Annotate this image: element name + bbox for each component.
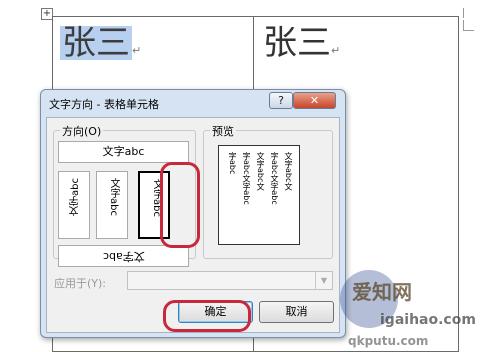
orientation-vertical-rotated-right-label: 文字abc (151, 179, 162, 217)
orientation-vertical-rotated-left[interactable]: 文字abc (58, 171, 90, 239)
preview-text-col-1: 文字abc文 (284, 152, 293, 191)
apply-to-select[interactable]: ▼ (127, 271, 333, 290)
text-direction-dialog: 文字方向 - 表格单元格 ? ✕ 方向(O) 文字abc 文字abc 文字abc… (40, 89, 346, 338)
watermark-line-3: qkputu.com (348, 334, 429, 348)
preview-text-col-4: 字abc文字abc (242, 152, 251, 205)
orientation-vertical-rotated-left-label: 文字abc (70, 178, 81, 216)
orientation-group-label: 方向(O) (60, 123, 104, 139)
orientation-group: 方向(O) 文字abc 文字abc 文字abc 文字abc 文字abc (53, 123, 196, 267)
orientation-vertical-stacked[interactable]: 文字abc (96, 171, 128, 239)
table-cell-2-text[interactable]: 张三 (263, 26, 331, 60)
margin-corner-mark (463, 8, 464, 18)
orientation-horizontal-upside-down[interactable]: 文字abc (58, 245, 189, 267)
watermark-line-1: 爱知网 (352, 280, 412, 304)
orientation-vertical-stacked-label: 文字abc (108, 178, 119, 216)
apply-to-label: 应用于(Y): (54, 277, 107, 290)
paragraph-mark: ↵ (132, 44, 142, 57)
chevron-down-icon[interactable]: ▼ (315, 272, 332, 289)
close-button[interactable]: ✕ (293, 92, 336, 109)
table-cell-1-text[interactable]: 张三 (60, 26, 132, 60)
margin-corner-mark-2 (463, 20, 474, 31)
cancel-button[interactable]: 取消 (259, 301, 334, 323)
preview-box: 文字abc文 字abc文字abc 文字abc文 字abc文字abc 字abc (218, 145, 300, 245)
dialog-title: 文字方向 - 表格单元格 (49, 98, 159, 111)
watermark-line-2: igaihao.com (380, 312, 476, 328)
preview-group: 预览 文字abc文 字abc文字abc 文字abc文 字abc文字abc 字ab… (203, 123, 333, 259)
preview-text-col-2: 字abc文字abc (270, 152, 279, 205)
ok-button[interactable]: 确定 (178, 301, 253, 323)
orientation-vertical-rotated-right[interactable]: 文字abc (138, 171, 170, 239)
preview-text-col-3: 文字abc文 (256, 152, 265, 191)
preview-text-col-5: 字abc (228, 152, 237, 175)
preview-group-label: 预览 (210, 123, 236, 139)
orientation-horizontal[interactable]: 文字abc (58, 141, 189, 163)
orientation-upside-down-label: 文字abc (102, 250, 145, 263)
help-button[interactable]: ? (269, 92, 293, 109)
paragraph-mark: ↵ (331, 44, 341, 57)
dialog-body: 方向(O) 文字abc 文字abc 文字abc 文字abc 文字abc 预览 文… (46, 117, 340, 333)
